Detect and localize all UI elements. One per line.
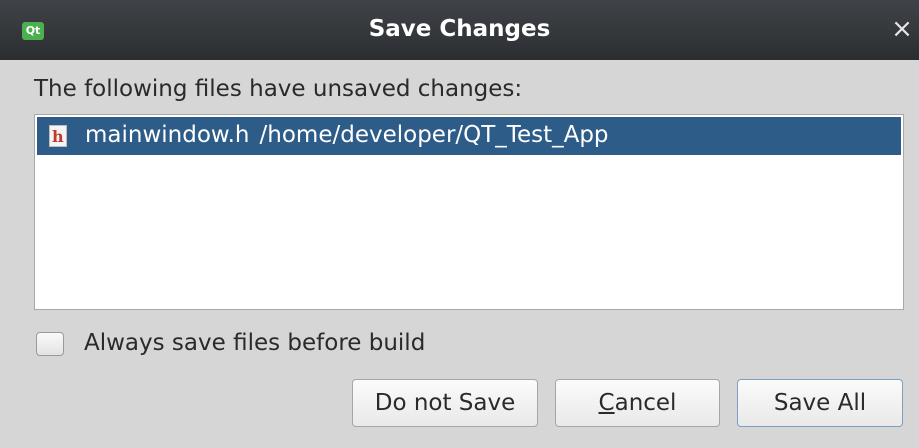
file-name: mainwindow.h <box>85 122 250 148</box>
do-not-save-button[interactable]: Do not Save <box>352 379 538 427</box>
cancel-button[interactable]: Cancel <box>555 379 720 427</box>
dialog-body: The following files have unsaved changes… <box>12 60 919 448</box>
save-all-button[interactable]: Save All <box>737 379 903 427</box>
header-file-icon: h <box>49 125 67 147</box>
file-path: /home/developer/QT_Test_App <box>259 122 609 148</box>
always-save-checkbox[interactable] <box>36 332 64 356</box>
file-entry-text: mainwindow.h/home/developer/QT_Test_App <box>85 122 609 148</box>
close-icon[interactable]: × <box>890 15 914 43</box>
header-file-letter: h <box>52 127 64 146</box>
cancel-mnemonic: C <box>598 390 615 416</box>
window-title: Save Changes <box>368 16 551 42</box>
always-save-label[interactable]: Always save files before build <box>84 330 425 356</box>
unsaved-prompt-label: The following files have unsaved changes… <box>34 76 523 102</box>
unsaved-files-list[interactable]: h mainwindow.h/home/developer/QT_Test_Ap… <box>34 114 904 310</box>
cancel-label-rest: ancel <box>614 390 677 416</box>
save-changes-dialog: Qt Save Changes × The following files ha… <box>0 0 919 448</box>
title-bar[interactable]: Qt Save Changes × <box>0 0 919 60</box>
list-item[interactable]: h mainwindow.h/home/developer/QT_Test_Ap… <box>37 117 901 155</box>
